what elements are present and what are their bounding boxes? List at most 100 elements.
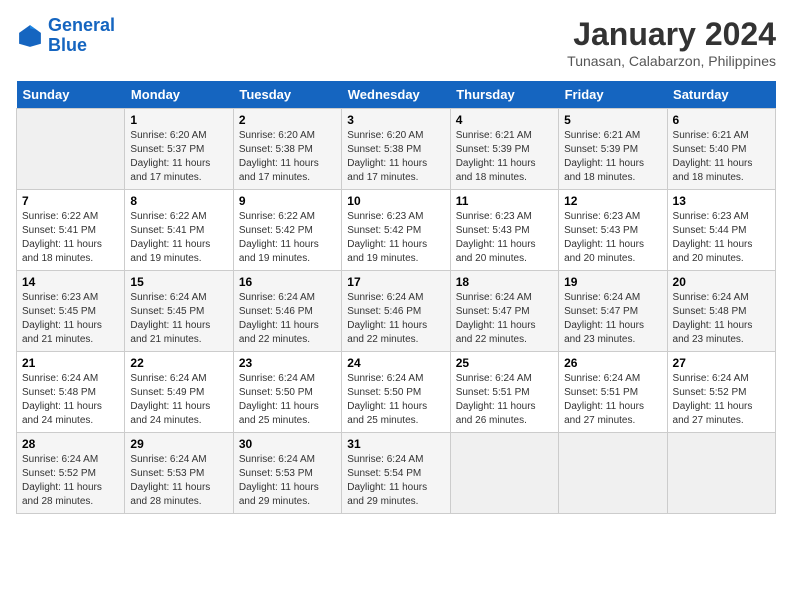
calendar-cell: 2 Sunrise: 6:20 AM Sunset: 5:38 PM Daylig…	[233, 109, 341, 190]
day-number: 26	[564, 356, 661, 370]
day-number: 8	[130, 194, 227, 208]
day-header-sunday: Sunday	[17, 81, 125, 109]
day-info: Sunrise: 6:24 AM Sunset: 5:51 PM Dayligh…	[564, 372, 661, 428]
day-number: 28	[22, 437, 119, 451]
day-number: 10	[347, 194, 444, 208]
calendar-cell: 11 Sunrise: 6:23 AM Sunset: 5:43 PM Dayli…	[450, 190, 558, 271]
day-info: Sunrise: 6:24 AM Sunset: 5:46 PM Dayligh…	[347, 291, 444, 347]
calendar-cell: 22 Sunrise: 6:24 AM Sunset: 5:49 PM Dayli…	[125, 352, 233, 433]
day-number: 29	[130, 437, 227, 451]
day-info: Sunrise: 6:24 AM Sunset: 5:47 PM Dayligh…	[456, 291, 553, 347]
calendar-cell: 23 Sunrise: 6:24 AM Sunset: 5:50 PM Dayli…	[233, 352, 341, 433]
day-header-wednesday: Wednesday	[342, 81, 450, 109]
page-title: January 2024	[567, 16, 776, 53]
calendar-cell: 19 Sunrise: 6:24 AM Sunset: 5:47 PM Dayli…	[559, 271, 667, 352]
day-number: 3	[347, 113, 444, 127]
day-number: 23	[239, 356, 336, 370]
day-info: Sunrise: 6:24 AM Sunset: 5:54 PM Dayligh…	[347, 453, 444, 509]
calendar-cell: 17 Sunrise: 6:24 AM Sunset: 5:46 PM Dayli…	[342, 271, 450, 352]
calendar-cell: 14 Sunrise: 6:23 AM Sunset: 5:45 PM Dayli…	[17, 271, 125, 352]
day-info: Sunrise: 6:24 AM Sunset: 5:48 PM Dayligh…	[22, 372, 119, 428]
day-info: Sunrise: 6:24 AM Sunset: 5:50 PM Dayligh…	[239, 372, 336, 428]
calendar-cell	[17, 109, 125, 190]
calendar-cell	[667, 433, 775, 514]
day-info: Sunrise: 6:23 AM Sunset: 5:44 PM Dayligh…	[673, 210, 770, 266]
day-info: Sunrise: 6:24 AM Sunset: 5:49 PM Dayligh…	[130, 372, 227, 428]
calendar-cell: 28 Sunrise: 6:24 AM Sunset: 5:52 PM Dayli…	[17, 433, 125, 514]
day-header-monday: Monday	[125, 81, 233, 109]
day-info: Sunrise: 6:24 AM Sunset: 5:53 PM Dayligh…	[130, 453, 227, 509]
day-header-saturday: Saturday	[667, 81, 775, 109]
calendar-cell: 6Sunrise: 6:21 AM Sunset: 5:40 PM Daylig…	[667, 109, 775, 190]
day-info: Sunrise: 6:22 AM Sunset: 5:41 PM Dayligh…	[130, 210, 227, 266]
calendar-cell: 18 Sunrise: 6:24 AM Sunset: 5:47 PM Dayli…	[450, 271, 558, 352]
day-number: 27	[673, 356, 770, 370]
day-number: 31	[347, 437, 444, 451]
calendar-cell	[450, 433, 558, 514]
day-number: 19	[564, 275, 661, 289]
page-subtitle: Tunasan, Calabarzon, Philippines	[567, 53, 776, 69]
day-number: 5	[564, 113, 661, 127]
calendar-cell: 8 Sunrise: 6:22 AM Sunset: 5:41 PM Daylig…	[125, 190, 233, 271]
calendar-cell: 16 Sunrise: 6:24 AM Sunset: 5:46 PM Dayli…	[233, 271, 341, 352]
day-number: 9	[239, 194, 336, 208]
day-info: Sunrise: 6:24 AM Sunset: 5:53 PM Dayligh…	[239, 453, 336, 509]
day-number: 25	[456, 356, 553, 370]
day-number: 21	[22, 356, 119, 370]
calendar-cell: 24 Sunrise: 6:24 AM Sunset: 5:50 PM Dayli…	[342, 352, 450, 433]
day-number: 20	[673, 275, 770, 289]
day-number: 13	[673, 194, 770, 208]
day-number: 16	[239, 275, 336, 289]
day-number: 11	[456, 194, 553, 208]
calendar-cell: 30 Sunrise: 6:24 AM Sunset: 5:53 PM Dayli…	[233, 433, 341, 514]
day-number: 7	[22, 194, 119, 208]
day-info: Sunrise: 6:24 AM Sunset: 5:52 PM Dayligh…	[673, 372, 770, 428]
calendar-cell: 1Sunrise: 6:20 AM Sunset: 5:37 PM Daylig…	[125, 109, 233, 190]
calendar-cell: 25Sunrise: 6:24 AM Sunset: 5:51 PM Dayli…	[450, 352, 558, 433]
day-number: 4	[456, 113, 553, 127]
calendar-cell: 27 Sunrise: 6:24 AM Sunset: 5:52 PM Dayli…	[667, 352, 775, 433]
day-number: 17	[347, 275, 444, 289]
day-info: Sunrise: 6:24 AM Sunset: 5:50 PM Dayligh…	[347, 372, 444, 428]
day-header-friday: Friday	[559, 81, 667, 109]
calendar-cell: 21 Sunrise: 6:24 AM Sunset: 5:48 PM Dayli…	[17, 352, 125, 433]
day-info: Sunrise: 6:23 AM Sunset: 5:43 PM Dayligh…	[564, 210, 661, 266]
day-number: 15	[130, 275, 227, 289]
day-info: Sunrise: 6:22 AM Sunset: 5:42 PM Dayligh…	[239, 210, 336, 266]
calendar-cell: 9 Sunrise: 6:22 AM Sunset: 5:42 PM Daylig…	[233, 190, 341, 271]
calendar-cell: 15Sunrise: 6:24 AM Sunset: 5:45 PM Dayli…	[125, 271, 233, 352]
day-number: 2	[239, 113, 336, 127]
day-info: Sunrise: 6:23 AM Sunset: 5:43 PM Dayligh…	[456, 210, 553, 266]
day-header-thursday: Thursday	[450, 81, 558, 109]
calendar-cell: 5 Sunrise: 6:21 AM Sunset: 5:39 PM Daylig…	[559, 109, 667, 190]
day-info: Sunrise: 6:20 AM Sunset: 5:38 PM Dayligh…	[347, 129, 444, 185]
day-info: Sunrise: 6:21 AM Sunset: 5:39 PM Dayligh…	[564, 129, 661, 185]
day-info: Sunrise: 6:23 AM Sunset: 5:42 PM Dayligh…	[347, 210, 444, 266]
calendar-cell: 20 Sunrise: 6:24 AM Sunset: 5:48 PM Dayli…	[667, 271, 775, 352]
day-info: Sunrise: 6:20 AM Sunset: 5:38 PM Dayligh…	[239, 129, 336, 185]
day-number: 22	[130, 356, 227, 370]
day-info: Sunrise: 6:21 AM Sunset: 5:39 PM Dayligh…	[456, 129, 553, 185]
day-info: Sunrise: 6:21 AM Sunset: 5:40 PM Dayligh…	[673, 129, 770, 185]
day-number: 30	[239, 437, 336, 451]
calendar-cell: 12Sunrise: 6:23 AM Sunset: 5:43 PM Dayli…	[559, 190, 667, 271]
day-info: Sunrise: 6:23 AM Sunset: 5:45 PM Dayligh…	[22, 291, 119, 347]
calendar-cell: 13 Sunrise: 6:23 AM Sunset: 5:44 PM Dayli…	[667, 190, 775, 271]
calendar-cell: 4 Sunrise: 6:21 AM Sunset: 5:39 PM Daylig…	[450, 109, 558, 190]
day-info: Sunrise: 6:24 AM Sunset: 5:47 PM Dayligh…	[564, 291, 661, 347]
day-number: 24	[347, 356, 444, 370]
calendar-cell: 29 Sunrise: 6:24 AM Sunset: 5:53 PM Dayli…	[125, 433, 233, 514]
day-info: Sunrise: 6:24 AM Sunset: 5:46 PM Dayligh…	[239, 291, 336, 347]
day-info: Sunrise: 6:22 AM Sunset: 5:41 PM Dayligh…	[22, 210, 119, 266]
calendar-cell: 10 Sunrise: 6:23 AM Sunset: 5:42 PM Dayli…	[342, 190, 450, 271]
calendar-cell: 26 Sunrise: 6:24 AM Sunset: 5:51 PM Dayli…	[559, 352, 667, 433]
logo-icon	[16, 22, 44, 50]
calendar-cell	[559, 433, 667, 514]
page-header: General Blue January 2024 Tunasan, Calab…	[16, 16, 776, 69]
day-info: Sunrise: 6:24 AM Sunset: 5:48 PM Dayligh…	[673, 291, 770, 347]
day-number: 14	[22, 275, 119, 289]
day-number: 18	[456, 275, 553, 289]
calendar-table: SundayMondayTuesdayWednesdayThursdayFrid…	[16, 81, 776, 514]
calendar-cell: 3 Sunrise: 6:20 AM Sunset: 5:38 PM Daylig…	[342, 109, 450, 190]
day-info: Sunrise: 6:24 AM Sunset: 5:52 PM Dayligh…	[22, 453, 119, 509]
